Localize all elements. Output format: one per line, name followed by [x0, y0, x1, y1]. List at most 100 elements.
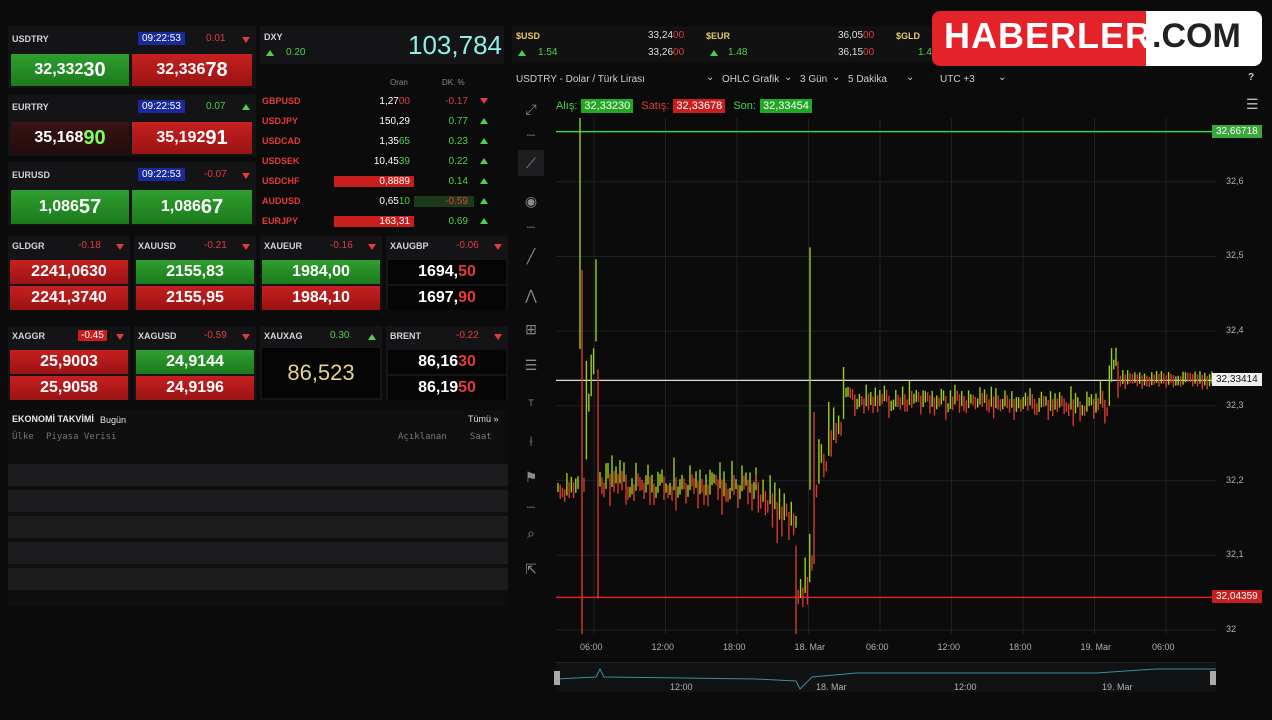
y-tick-label: 32,2: [1226, 474, 1244, 485]
crosshair-icon[interactable]: ⊞: [518, 316, 544, 342]
quote-symbol: XAGUSD: [138, 331, 177, 341]
eurusd-panel[interactable]: EURUSD 09:22:53 -0.07 1,086 57 1,086 67: [8, 162, 256, 226]
pointer-icon[interactable]: ⇱: [518, 556, 544, 582]
quote-symbol: GLDGR: [12, 241, 45, 251]
eurusd-bid[interactable]: 1,086 57: [11, 190, 129, 224]
ticker-eur-a-end: 00: [863, 30, 875, 41]
chart-toolbar: USDTRY - Dolar / Türk Lirası ⌄ OHLC Graf…: [512, 68, 1272, 90]
fx-rate-end: 10: [398, 195, 410, 207]
trend-icon[interactable]: ⟋: [518, 150, 544, 176]
haberler-logo[interactable]: HABERLER .COM: [932, 11, 1262, 66]
navigator-handle-left[interactable]: [554, 671, 560, 685]
navigator-handle-right[interactable]: [1210, 671, 1216, 685]
fib-icon[interactable]: ☰: [518, 352, 544, 378]
ticker-eur-b-main: 36,15: [838, 47, 864, 58]
menu-icon[interactable]: ☰: [1246, 96, 1259, 113]
fx-row[interactable]: USDJPY 150,29 0.77: [262, 112, 502, 130]
ticker-eur-a: 36,0500: [838, 30, 874, 41]
path-tool-icon[interactable]: ⋀: [518, 282, 544, 308]
quote-panel-xaggr[interactable]: XAGGR -0.45 25,9003 25,9058: [8, 326, 130, 400]
chevron-down-icon[interactable]: ⌄: [706, 72, 714, 83]
flag-icon[interactable]: ⚑: [518, 464, 544, 490]
fx-row[interactable]: USDSEK 10,4539 0.22: [262, 152, 502, 170]
low-line-label: 32,04359: [1212, 590, 1262, 604]
quote-top-main: 2241,0630: [31, 263, 107, 280]
down-arrow-icon: [494, 334, 502, 340]
usdtry-ask[interactable]: 32,336 78: [132, 54, 252, 86]
quote-change: -0.45: [78, 330, 107, 341]
usdtry-ask-end: 78: [205, 58, 228, 81]
quote-top: 2155,83: [136, 260, 254, 284]
up-arrow-icon: [480, 197, 488, 204]
eurusd-bid-main: 1,086: [38, 198, 79, 215]
eurtry-bid-end: 90: [83, 126, 106, 149]
x-tick-label: 18:00: [1009, 642, 1032, 652]
eurtry-ask[interactable]: 35,192 91: [132, 122, 252, 154]
ticker-gld-change: 1.4: [918, 47, 932, 58]
eurtry-panel[interactable]: EURTRY 09:22:53 0.07 35,168 90 35,192 91: [8, 94, 256, 156]
down-arrow-icon: [242, 173, 250, 179]
fx-row[interactable]: USDCAD 1,3565 0.23: [262, 132, 502, 150]
ticker-bar: $USD 1.54 33,2400 33,2600 $EUR 1.48 36,0…: [512, 26, 932, 62]
chevron-down-icon[interactable]: ⌄: [784, 72, 792, 83]
eurtry-symbol: EURTRY: [12, 102, 49, 112]
quote-symbol: XAUUSD: [138, 241, 177, 251]
quote-top-main: 86,16: [418, 353, 459, 370]
chevron-down-icon[interactable]: ⌄: [832, 72, 840, 83]
dxy-panel[interactable]: DXY 0.20 103,784: [260, 26, 504, 64]
x-tick-label: 19. Mar: [1080, 642, 1112, 652]
eurusd-ask[interactable]: 1,086 67: [132, 190, 252, 224]
quote-panel-xauxag[interactable]: XAUXAG 0.30 86,523: [260, 326, 382, 400]
chevron-down-icon[interactable]: ⌄: [998, 72, 1006, 83]
fx-row[interactable]: USDCHF 0,8889 0.14: [262, 172, 502, 190]
fx-rate-main: 0,65: [379, 195, 399, 207]
fx-rate: 1,3565: [334, 136, 414, 147]
quote-panel-xaueur[interactable]: XAUEUR -0.16 1984,00 1984,10: [260, 236, 382, 310]
quote-panel-brent[interactable]: BRENT -0.22 86,16 30 86,19 50: [386, 326, 508, 400]
y-tick-label: 32,1: [1226, 549, 1244, 560]
chart-timezone-select[interactable]: UTC +3: [940, 74, 975, 85]
quote-top: 24,9144: [136, 350, 254, 374]
fx-row[interactable]: AUDUSD 0,6510 -0.59: [262, 192, 502, 210]
logo-domain: .COM: [1146, 11, 1262, 66]
up-arrow-icon: [480, 217, 488, 224]
line-tool-icon[interactable]: ╱: [518, 243, 544, 269]
quote-panel-xagusd[interactable]: XAGUSD -0.59 24,9144 24,9196: [134, 326, 256, 400]
calendar-period[interactable]: Bugün: [100, 415, 126, 425]
chart-interval-select[interactable]: 5 Dakika: [848, 74, 887, 85]
fullscreen-icon[interactable]: ⤢: [518, 96, 544, 122]
quote-panel-xaugbp[interactable]: XAUGBP -0.06 1694, 50 1697, 90: [386, 236, 508, 310]
chart-range-select[interactable]: 3 Gün: [800, 74, 827, 85]
price-chart[interactable]: [556, 118, 1216, 634]
up-arrow-icon: [474, 216, 494, 227]
fx-row[interactable]: EURJPY 163,31 0.69: [262, 212, 502, 230]
chart-instrument[interactable]: USDTRY - Dolar / Türk Lirası: [516, 74, 645, 85]
ticker-eur-a-main: 36,05: [838, 30, 864, 41]
calendar-all-link[interactable]: Tümü »: [468, 414, 499, 424]
y-tick-label: 32,4: [1226, 325, 1244, 336]
quote-change: -0.16: [330, 240, 353, 251]
fx-rate-end: 39: [398, 155, 410, 167]
help-icon[interactable]: ?: [1248, 72, 1254, 83]
chart-type-select[interactable]: OHLC Grafik: [722, 74, 779, 85]
quote-top-main: 2155,83: [166, 263, 224, 280]
ticker-eur-symbol: $EUR: [706, 31, 731, 41]
eurtry-bid[interactable]: 35,168 90: [11, 122, 129, 154]
text-tool-icon[interactable]: T: [518, 390, 544, 416]
usdtry-bid[interactable]: 32,332 30: [11, 54, 129, 86]
usdtry-panel[interactable]: USDTRY 09:22:53 0.01 32,332 30 32,336 78: [8, 26, 256, 88]
fx-change: 0.14: [448, 175, 468, 187]
brush-icon[interactable]: ⟊: [518, 428, 544, 454]
chevron-down-icon[interactable]: ⌄: [906, 72, 914, 83]
fx-row[interactable]: GBPUSD 1,2700 -0.17: [262, 92, 502, 110]
quote-panel-gldgr[interactable]: GLDGR -0.18 2241,0630 2241,3740: [8, 236, 130, 310]
fx-rate-main: 10,45: [373, 155, 399, 167]
quote-top-end: 50: [458, 263, 476, 280]
quote-panel-xauusd[interactable]: XAUUSD -0.21 2155,83 2155,95: [134, 236, 256, 310]
fx-rate: 10,4539: [334, 156, 414, 167]
zoom-icon[interactable]: ⌕: [518, 520, 544, 546]
eye-icon[interactable]: ◉: [518, 188, 544, 214]
calendar-row: [8, 568, 508, 590]
quote-bottom: 86,19 50: [388, 376, 506, 400]
quote-symbol: XAGGR: [12, 331, 46, 341]
